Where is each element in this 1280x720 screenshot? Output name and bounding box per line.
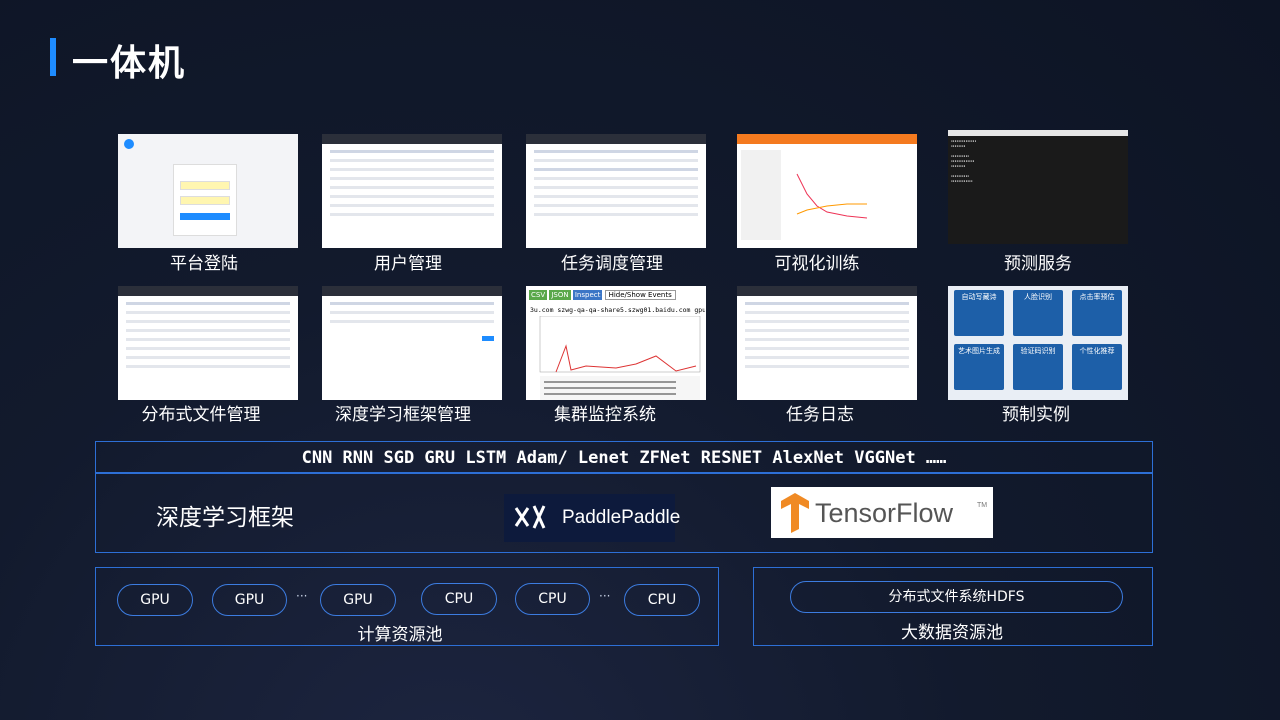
- cpu-unit-3: CPU: [624, 584, 700, 616]
- csv-button[interactable]: CSV: [529, 290, 548, 300]
- gpu-unit-2: GPU: [212, 584, 287, 616]
- paddlepaddle-logo: PaddlePaddle: [504, 494, 680, 542]
- cpu-ellipsis: ···: [599, 589, 611, 603]
- screenshot-user-management[interactable]: [322, 134, 502, 248]
- caption-preset-samples: 预制实例: [1002, 405, 1070, 425]
- screenshot-login[interactable]: [118, 134, 298, 248]
- sample-captcha-tile[interactable]: 验证码识别: [1013, 344, 1063, 390]
- compute-pool-label: 计算资源池: [357, 625, 443, 645]
- screenshot-task-log[interactable]: [737, 286, 917, 400]
- monitor-host-line: 3u.com szwg-qa-qa-share5.szwg01.baidu.co…: [530, 306, 705, 314]
- framework-label: 深度学习框架: [156, 505, 294, 531]
- cpu-unit-2: CPU: [515, 583, 590, 615]
- sample-art-generation-tile[interactable]: 艺术图片生成: [954, 344, 1004, 390]
- caption-cluster-monitor: 集群监控系统: [554, 405, 656, 425]
- screenshot-cluster-monitor[interactable]: CSV JSON Inspect Hide/Show Events 3u.com…: [526, 286, 706, 400]
- tensorflow-tm-mark: TM: [977, 502, 988, 509]
- caption-login: 平台登陆: [170, 254, 238, 274]
- tensorflow-logo-text: TensorFlow: [815, 498, 954, 528]
- sample-poetry-tile[interactable]: 自动写藏诗: [954, 290, 1004, 336]
- json-button[interactable]: JSON: [549, 290, 571, 300]
- caption-distributed-file-management: 分布式文件管理: [141, 405, 261, 425]
- paddle-mark-icon: [514, 505, 546, 529]
- cpu-unit-1: CPU: [421, 583, 497, 615]
- inspect-button[interactable]: Inspect: [572, 290, 603, 300]
- bigdata-pool-label: 大数据资源池: [901, 623, 1003, 643]
- page-title: 一体机: [72, 43, 187, 84]
- caption-task-log: 任务日志: [786, 405, 854, 425]
- screenshot-distributed-file-management[interactable]: [118, 286, 298, 400]
- title-accent-bar: [50, 38, 56, 76]
- sample-face-recognition-tile[interactable]: 人脸识别: [1013, 290, 1063, 336]
- caption-user-management: 用户管理: [374, 254, 442, 274]
- caption-task-scheduling: 任务调度管理: [561, 254, 663, 274]
- sample-recommendation-tile[interactable]: 个性化推荐: [1072, 344, 1122, 390]
- gpu-unit-1: GPU: [117, 584, 193, 616]
- screenshot-visual-training[interactable]: [737, 134, 917, 248]
- caption-framework-management: 深度学习框架管理: [335, 405, 471, 425]
- caption-prediction-service: 预测服务: [1004, 254, 1072, 274]
- tensorflow-mark-icon: [781, 493, 809, 533]
- tensorflow-logo: TensorFlow TM: [771, 487, 993, 538]
- hide-show-events-button[interactable]: Hide/Show Events: [604, 290, 676, 300]
- screenshot-prediction-service[interactable]: ▮▮▮▮▮▮▮▮▮▮▮▮▮▮ ▮▮▮▮▮▮▮▮ ▮▮▮▮▮▮▮▮▮▮ ▮▮▮▮▮▮▮▮…: [948, 130, 1128, 244]
- sample-ctr-prediction-tile[interactable]: 点击率预估: [1072, 290, 1122, 336]
- hdfs-unit: 分布式文件系统HDFS: [790, 581, 1123, 613]
- algorithms-list: CNN RNN SGD GRU LSTM Adam/ Lenet ZFNet R…: [95, 441, 1153, 473]
- gpu-ellipsis: ···: [296, 589, 308, 603]
- gpu-unit-3: GPU: [320, 584, 396, 616]
- screenshot-task-scheduling[interactable]: [526, 134, 706, 248]
- screenshot-framework-management[interactable]: [322, 286, 502, 400]
- preset-samples-panel[interactable]: 自动写藏诗 人脸识别 点击率预估 艺术图片生成 验证码识别 个性化推荐: [948, 286, 1128, 400]
- caption-visual-training: 可视化训练: [774, 254, 860, 274]
- paddlepaddle-logo-text: PaddlePaddle: [562, 507, 681, 528]
